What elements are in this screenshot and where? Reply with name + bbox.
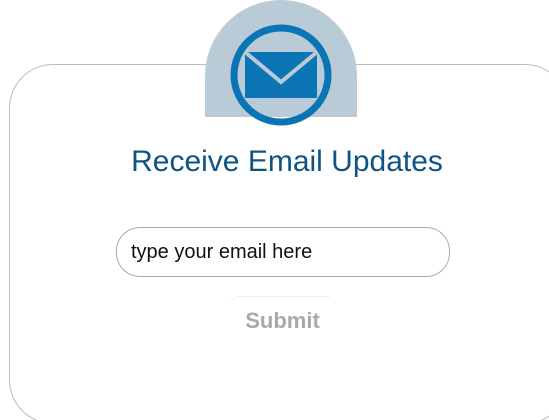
envelope-icon bbox=[230, 24, 332, 126]
submit-button[interactable]: Submit bbox=[229, 296, 336, 344]
email-signup-widget: Receive Email Updates Submit bbox=[0, 0, 549, 420]
page-title: Receive Email Updates bbox=[131, 145, 443, 178]
email-field[interactable] bbox=[116, 227, 450, 277]
